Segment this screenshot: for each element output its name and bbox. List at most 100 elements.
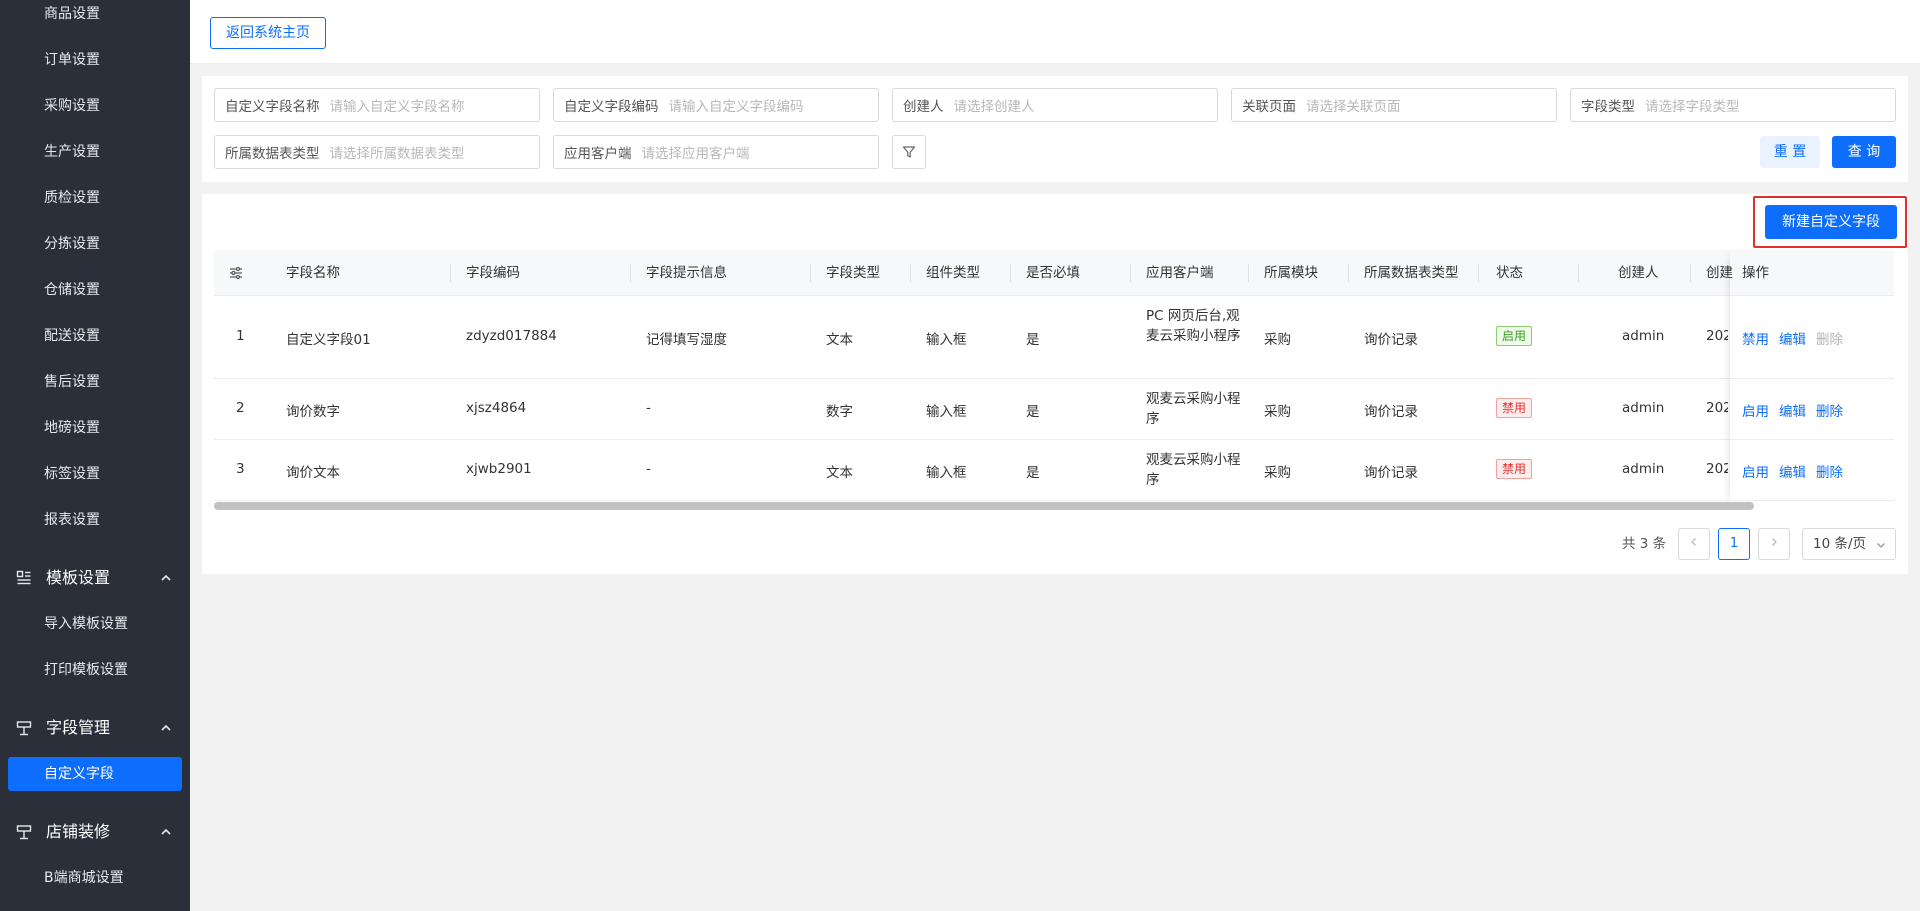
sidebar-item-import-template[interactable]: 导入模板设置 — [0, 601, 190, 647]
chevron-up-icon — [161, 828, 171, 835]
sidebar-item-product-settings[interactable]: 商品设置 — [0, 0, 190, 37]
column-header: 应用客户端 — [1146, 265, 1214, 281]
column-header: 字段提示信息 — [646, 265, 727, 281]
client-cell: 观麦云采购小程序 — [1146, 391, 1241, 427]
filter-label: 自定义字段编码 — [564, 99, 659, 115]
sidebar-item-warehouse-settings[interactable]: 仓储设置 — [0, 267, 190, 313]
created-cell: 202 — [1706, 461, 1728, 477]
row-index: 3 — [236, 461, 245, 477]
field-code-cell: xjsz4864 — [466, 400, 527, 416]
sidebar-group-template-label: 模板设置 — [46, 568, 111, 587]
module-cell: 采购 — [1264, 332, 1291, 348]
filter-label: 字段类型 — [1581, 99, 1635, 115]
filter-field-client[interactable]: 应用客户端 请选择应用客户端 — [553, 135, 879, 169]
required-cell: 是 — [1026, 465, 1040, 481]
actions-cell: 启用 编辑 删除 — [1742, 400, 1853, 420]
column-header: 是否必填 — [1026, 265, 1080, 281]
table-row: 2 询价数字 xjsz4864 - 数字 输入框 是 观麦云采购小程序 采购 询… — [214, 379, 1894, 440]
sidebar-group-template[interactable]: 模板设置 — [0, 553, 190, 603]
back-to-home-button[interactable]: 返回系统主页 — [210, 17, 326, 49]
column-header: 创建人 — [1618, 265, 1659, 281]
edit-link[interactable]: 编辑 — [1779, 404, 1806, 420]
page-number-button[interactable]: 1 — [1718, 528, 1750, 560]
sidebar-item-report-settings[interactable]: 报表设置 — [0, 497, 190, 543]
new-custom-field-button[interactable]: 新建自定义字段 — [1765, 205, 1897, 239]
component-type-cell: 输入框 — [926, 332, 967, 348]
client-cell: 观麦云采购小程序 — [1146, 452, 1241, 488]
column-divider — [1348, 264, 1349, 282]
sidebar-item-print-template[interactable]: 打印模板设置 — [0, 647, 190, 693]
sidebar-item-production-settings[interactable]: 生产设置 — [0, 129, 190, 175]
filter-label: 自定义字段名称 — [225, 99, 320, 115]
horizontal-scrollbar[interactable] — [214, 502, 1754, 510]
sidebar-group-shop-label: 店铺装修 — [46, 822, 111, 841]
delete-link[interactable]: 删除 — [1816, 465, 1843, 481]
column-divider — [450, 264, 451, 282]
column-header: 创建 — [1706, 265, 1733, 281]
field-name-cell: 询价文本 — [286, 465, 340, 481]
sidebar-item-scale-settings[interactable]: 地磅设置 — [0, 405, 190, 451]
filter-field-name[interactable]: 自定义字段名称 请输入自定义字段名称 — [214, 88, 540, 122]
reset-button[interactable]: 重 置 — [1760, 136, 1820, 168]
field-name-cell: 自定义字段01 — [286, 332, 371, 348]
filter-icon — [902, 146, 916, 158]
prev-page-button[interactable] — [1678, 528, 1710, 560]
required-cell: 是 — [1026, 332, 1040, 348]
filter-field-creator[interactable]: 创建人 请选择创建人 — [892, 88, 1218, 122]
sidebar-group-shop[interactable]: 店铺装修 — [0, 807, 190, 857]
sidebar-item-order-settings[interactable]: 订单设置 — [0, 37, 190, 83]
pagination-total: 共 3 条 — [1622, 536, 1667, 552]
column-divider — [1578, 264, 1579, 282]
filter-field-table-type[interactable]: 所属数据表类型 请选择所属数据表类型 — [214, 135, 540, 169]
sidebar-item-delivery-settings[interactable]: 配送设置 — [0, 313, 190, 359]
sidebar-item-b-mall-settings[interactable]: B端商城设置 — [0, 855, 190, 901]
filter-toggle-button[interactable] — [892, 135, 926, 169]
creator-cell: admin — [1622, 400, 1665, 416]
sidebar-group-fields[interactable]: 字段管理 — [0, 703, 190, 753]
filter-field-linked-page[interactable]: 关联页面 请选择关联页面 — [1231, 88, 1557, 122]
actions-cell: 启用 编辑 删除 — [1742, 461, 1853, 481]
disable-link[interactable]: 禁用 — [1742, 332, 1769, 348]
enable-link[interactable]: 启用 — [1742, 465, 1769, 481]
delete-link[interactable]: 删除 — [1816, 404, 1843, 420]
status-badge: 禁用 — [1496, 398, 1533, 418]
enable-link[interactable]: 启用 — [1742, 404, 1769, 420]
layout-icon — [16, 570, 31, 585]
chevron-down-icon — [1877, 543, 1885, 548]
field-manage-icon — [16, 721, 32, 736]
sidebar-item-custom-fields[interactable]: 自定义字段 — [8, 757, 182, 791]
page-size-select[interactable]: 10 条/页 — [1802, 528, 1896, 560]
row-index: 1 — [236, 328, 245, 344]
edit-link[interactable]: 编辑 — [1779, 465, 1806, 481]
column-divider — [910, 264, 911, 282]
client-cell: PC 网页后台,观麦云采购小程序 — [1146, 308, 1241, 344]
filter-field-code[interactable]: 自定义字段编码 请输入自定义字段编码 — [553, 88, 879, 122]
status-cell: 启用 — [1496, 326, 1533, 346]
table-type-cell: 询价记录 — [1364, 404, 1418, 420]
column-header: 组件类型 — [926, 265, 980, 281]
sidebar-item-qc-settings[interactable]: 质检设置 — [0, 175, 190, 221]
chevron-left-icon — [1691, 538, 1696, 546]
filter-placeholder: 请选择关联页面 — [1306, 99, 1401, 115]
column-header: 所属数据表类型 — [1364, 265, 1459, 281]
shop-decor-icon — [16, 825, 32, 840]
column-header: 字段类型 — [826, 265, 880, 281]
column-header: 字段名称 — [286, 265, 340, 281]
sidebar-item-aftersale-settings[interactable]: 售后设置 — [0, 359, 190, 405]
filter-field-type[interactable]: 字段类型 请选择字段类型 — [1570, 88, 1896, 122]
row-index: 2 — [236, 400, 245, 416]
query-button[interactable]: 查 询 — [1832, 136, 1896, 168]
field-type-cell: 文本 — [826, 332, 853, 348]
column-settings-icon[interactable] — [229, 266, 243, 280]
module-cell: 采购 — [1264, 465, 1291, 481]
status-cell: 禁用 — [1496, 459, 1533, 479]
sidebar-item-label-settings[interactable]: 标签设置 — [0, 451, 190, 497]
edit-link[interactable]: 编辑 — [1779, 332, 1806, 348]
table-type-cell: 询价记录 — [1364, 465, 1418, 481]
field-code-cell: xjwb2901 — [466, 461, 532, 477]
table-type-cell: 询价记录 — [1364, 332, 1418, 348]
sidebar-item-sorting-settings[interactable]: 分拣设置 — [0, 221, 190, 267]
sidebar-item-purchase-settings[interactable]: 采购设置 — [0, 83, 190, 129]
next-page-button[interactable] — [1758, 528, 1790, 560]
status-badge: 启用 — [1496, 326, 1533, 346]
